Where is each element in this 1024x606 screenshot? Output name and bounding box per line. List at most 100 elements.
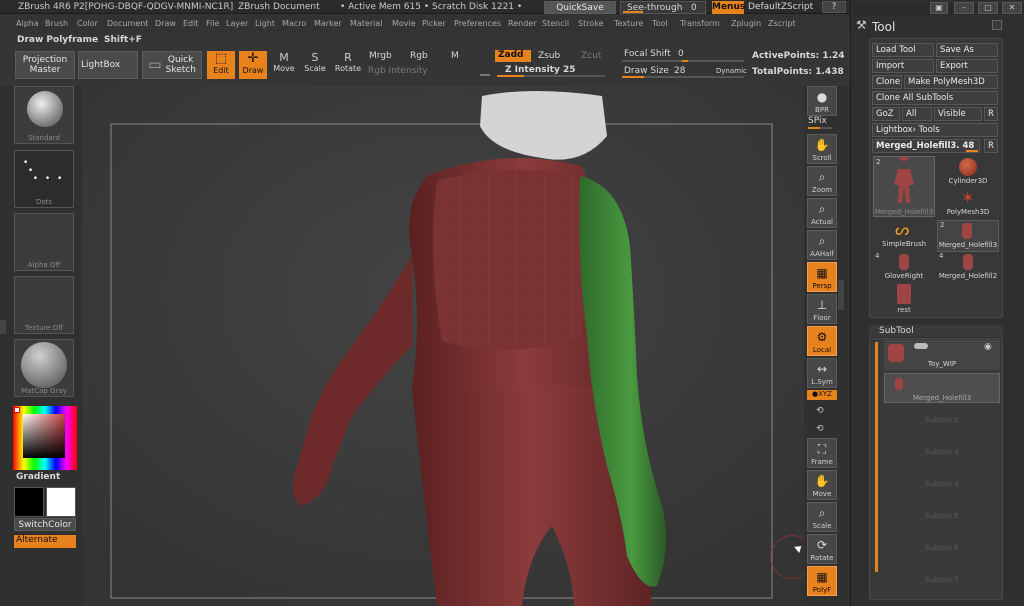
zadd-button[interactable]: Zadd — [495, 50, 531, 62]
menu-transform[interactable]: Transform — [680, 19, 720, 28]
empty-subtool-slot[interactable]: Subtool 2 — [886, 416, 998, 424]
rgb-button[interactable]: Rgb — [410, 51, 428, 61]
quicksave-button[interactable]: QuickSave — [544, 1, 616, 14]
brush-thumbnail[interactable]: Standard — [14, 86, 74, 144]
xyz-symmetry-button[interactable]: ●XYZ — [807, 390, 837, 400]
zoom-button[interactable]: ⌕ Zoom — [807, 166, 837, 196]
menu-material[interactable]: Material — [350, 19, 383, 28]
lightbox-tools-button[interactable]: Lightbox› Tools — [872, 123, 998, 137]
texture-thumbnail[interactable]: Texture Off — [14, 276, 74, 334]
material-thumbnail[interactable]: MatCap Gray — [14, 339, 74, 397]
aahalf-button[interactable]: ⌕ AAHalf — [807, 230, 837, 260]
projection-master-button[interactable]: Projection Master — [15, 51, 75, 79]
local-button[interactable]: ⚙ Local — [807, 326, 837, 356]
save-as-button[interactable]: Save As — [936, 43, 998, 57]
tool-tile-4[interactable]: 2 Merged_Holefill3 — [937, 220, 999, 252]
subtool-row-1[interactable]: Merged_Holefill3 — [884, 373, 1000, 403]
rgb-intensity-slider[interactable]: Rgb Intensity — [368, 66, 428, 76]
eye-icon[interactable]: ◉ — [984, 342, 992, 352]
help-icon[interactable]: ? — [822, 1, 846, 13]
draw-polyframe-label[interactable]: Draw Polyframe — [17, 35, 98, 45]
tool-tile-1[interactable]: Cylinder3D — [937, 156, 999, 188]
focal-shift-slider[interactable]: Focal Shift — [624, 49, 671, 59]
tool-tile-6[interactable]: 4 Merged_Holefill2 — [937, 252, 999, 284]
menu-tool[interactable]: Tool — [652, 19, 668, 28]
menu-zplugin[interactable]: Zplugin — [731, 19, 761, 28]
primary-color-swatch[interactable] — [46, 487, 76, 517]
edit-button[interactable]: ⬚ Edit — [207, 51, 235, 79]
tool-tile-5[interactable]: 4 GloveRight — [873, 252, 935, 284]
empty-subtool-slot[interactable]: Subtool 6 — [886, 544, 998, 552]
dynamic-toggle[interactable]: Dynamic — [716, 67, 747, 75]
draw-button[interactable]: ✛ Draw — [239, 51, 267, 79]
move-button[interactable]: ✋ Move — [807, 470, 837, 500]
menu-preferences[interactable]: Preferences — [454, 19, 501, 28]
document-canvas[interactable] — [82, 86, 804, 606]
color-picker[interactable] — [13, 406, 77, 470]
tool-tile-7[interactable]: rest — [873, 284, 935, 316]
model-viewport[interactable] — [82, 86, 804, 606]
palette-dock-icon[interactable] — [992, 20, 1002, 30]
default-zscript-button[interactable]: DefaultZScript — [748, 2, 813, 12]
quick-sketch-button[interactable]: ▭ Quick Sketch — [142, 51, 202, 79]
empty-subtool-slot[interactable]: Subtool 3 — [886, 448, 998, 456]
frame-button[interactable]: ⛶ Frame — [807, 438, 837, 468]
menu-texture[interactable]: Texture — [614, 19, 643, 28]
persp-button[interactable]: ▦ Persp — [807, 262, 837, 292]
empty-subtool-slot[interactable]: Subtool 5 — [886, 512, 998, 520]
menu-render[interactable]: Render — [508, 19, 536, 28]
alpha-thumbnail[interactable]: Alpha Off — [14, 213, 74, 271]
tool-tile-2[interactable]: ✶ PolyMesh3D — [937, 188, 999, 220]
menu-file[interactable]: File — [206, 19, 219, 28]
clone-button[interactable]: Clone — [872, 75, 902, 89]
left-tray-scrollbar[interactable] — [0, 320, 6, 334]
actual-button[interactable]: ⌕ Actual — [807, 198, 837, 228]
scroll-button[interactable]: ✋ Scroll — [807, 134, 837, 164]
rotate-mode-button[interactable]: R Rotate — [334, 51, 362, 79]
load-tool-button[interactable]: Load Tool — [872, 43, 934, 57]
menu-light[interactable]: Light — [255, 19, 275, 28]
menu-picker[interactable]: Picker — [422, 19, 446, 28]
switch-color-button[interactable]: SwitchColor — [14, 518, 76, 531]
goz-r-button[interactable]: R — [984, 107, 998, 121]
menu-draw[interactable]: Draw — [155, 19, 176, 28]
bpr-button[interactable]: ● BPR — [807, 86, 837, 116]
menu-macro[interactable]: Macro — [282, 19, 306, 28]
menu-movie[interactable]: Movie — [392, 19, 416, 28]
rotate-axis-icon-1[interactable]: ⟲ — [816, 424, 824, 434]
menu-document[interactable]: Document — [107, 19, 148, 28]
floor-button[interactable]: ⊥ Floor — [807, 294, 837, 324]
stroke-thumbnail[interactable]: • • • • • Dots — [14, 150, 74, 208]
tool-tile-3[interactable]: ᔕ SimpleBrush — [873, 220, 935, 252]
empty-subtool-slot[interactable]: Subtool 4 — [886, 480, 998, 488]
maximize-icon[interactable]: □ — [978, 2, 998, 14]
alternate-button[interactable]: Alternate — [14, 535, 76, 548]
menu-brush[interactable]: Brush — [45, 19, 68, 28]
menu-zscript[interactable]: Zscript — [768, 19, 796, 28]
menus-toggle[interactable]: Menus — [712, 1, 745, 14]
rotate-button[interactable]: ⟳ Rotate — [807, 534, 837, 564]
menu-stroke[interactable]: Stroke — [578, 19, 604, 28]
subtool-row-0[interactable]: ◉ Toy_WIP — [884, 340, 1000, 370]
spix-slider[interactable]: SPix — [808, 116, 827, 126]
close-icon[interactable]: ✕ — [1002, 2, 1022, 14]
zcut-button[interactable]: Zcut — [581, 51, 601, 61]
tool-tile-0[interactable]: 2 Merged_Holefill3 — [873, 151, 935, 217]
goz-button[interactable]: GoZ — [872, 107, 900, 121]
make-polymesh-button[interactable]: Make PolyMesh3D — [904, 75, 998, 89]
clone-all-subtools-button[interactable]: Clone All SubTools — [872, 91, 998, 105]
window-controls-icon[interactable]: ▣ — [930, 2, 948, 14]
right-shelf-scrollbar[interactable] — [838, 280, 844, 310]
goz-visible-button[interactable]: Visible — [934, 107, 982, 121]
menu-alpha[interactable]: Alpha — [16, 19, 39, 28]
subtool-scrollbar[interactable] — [875, 342, 878, 572]
secondary-color-swatch[interactable] — [14, 487, 44, 517]
color-saturation-square[interactable] — [23, 414, 65, 458]
menu-stencil[interactable]: Stencil — [542, 19, 569, 28]
export-button[interactable]: Export — [936, 59, 998, 73]
goz-all-button[interactable]: All — [902, 107, 932, 121]
import-button[interactable]: Import — [872, 59, 934, 73]
minimize-icon[interactable]: – — [954, 2, 974, 14]
polyf-button[interactable]: ▦ PolyF — [807, 566, 837, 596]
move-mode-button[interactable]: M Move — [271, 51, 297, 79]
